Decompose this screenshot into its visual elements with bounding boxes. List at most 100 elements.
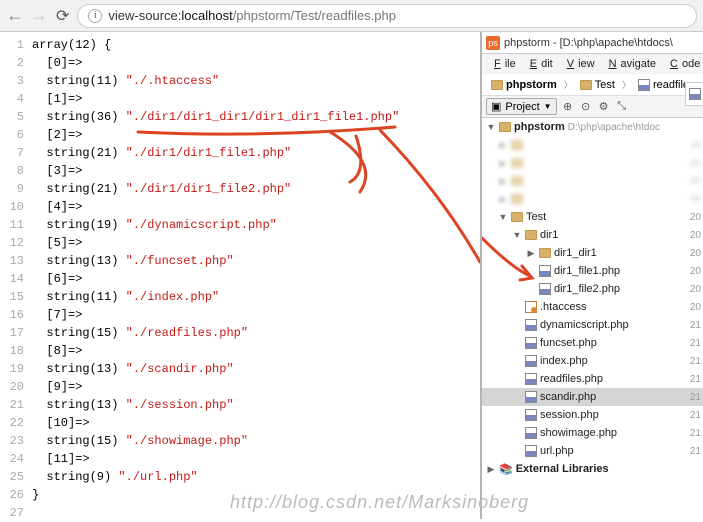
php-file-icon: [539, 265, 551, 277]
folder-icon: [511, 176, 523, 186]
menu-navigate[interactable]: Navigate: [601, 56, 660, 72]
menu-view[interactable]: View: [559, 56, 599, 72]
php-file-icon: [525, 409, 537, 421]
tree-arrow-icon[interactable]: [486, 464, 496, 475]
tree-arrow-icon[interactable]: [498, 212, 508, 222]
tree-item-scandir-php[interactable]: scandir.php21: [482, 388, 703, 406]
folder-icon: [525, 230, 537, 240]
menu-file[interactable]: File: [486, 56, 520, 72]
tree-arrow-icon[interactable]: [498, 194, 508, 205]
tree-item-dynamicscript-php[interactable]: dynamicscript.php21: [482, 316, 703, 334]
tree-label: url.php: [540, 445, 574, 457]
tree-item-funcset-php[interactable]: funcset.php21: [482, 334, 703, 352]
php-file-icon: [525, 391, 537, 403]
tree-item-dir1[interactable]: dir1 20: [482, 226, 703, 244]
tree-item-index-php[interactable]: index.php 21: [482, 352, 703, 370]
php-file-icon: [525, 445, 537, 457]
ide-title-text: phpstorm - [D:\php\apache\htdocs\: [504, 37, 673, 49]
row-number: 20: [690, 158, 701, 169]
row-number: 21: [690, 446, 701, 457]
tree-item-Test[interactable]: Test 20: [482, 208, 703, 226]
row-number: 20: [690, 212, 701, 223]
folder-icon: [580, 80, 592, 90]
tree-item-dir1_dir1[interactable]: dir1_dir1 20: [482, 244, 703, 262]
folder-icon: [511, 212, 523, 222]
tree-label: session.php: [540, 409, 599, 421]
tree-item-dir1_file1-php[interactable]: dir1_file1.php 20: [482, 262, 703, 280]
tree-label: dir1: [540, 229, 558, 241]
row-number: 20: [690, 266, 701, 277]
library-icon: 📚: [499, 463, 513, 476]
tree-item-blank[interactable]: 20: [482, 190, 703, 208]
menu-edit[interactable]: Edit: [522, 56, 557, 72]
tree-label: scandir.php: [540, 391, 596, 403]
tree-label: dir1_file2.php: [554, 283, 620, 295]
folder-icon: [539, 248, 551, 258]
settings-icon[interactable]: ⚙: [597, 100, 611, 114]
back-button[interactable]: ←: [6, 5, 24, 26]
tree-item-readfiles-php[interactable]: readfiles.php 21: [482, 370, 703, 388]
tree-arrow-icon[interactable]: [498, 158, 508, 169]
tree-item-blank[interactable]: 20: [482, 154, 703, 172]
tree-item-External-Libraries[interactable]: 📚External Libraries: [482, 460, 703, 478]
row-number: 21: [690, 356, 701, 367]
row-number: 20: [690, 230, 701, 241]
php-file-icon: [525, 355, 537, 367]
site-info-icon[interactable]: i: [88, 9, 102, 23]
folder-icon: [511, 140, 523, 150]
url-bar[interactable]: i view-source:localhost/phpstorm/Test/re…: [77, 4, 697, 28]
tree-item-showimage-php[interactable]: showimage.php21: [482, 424, 703, 442]
menu-code[interactable]: Code: [662, 56, 703, 72]
tree-label: Test: [526, 211, 546, 223]
breadcrumb-folder[interactable]: Test: [575, 77, 620, 93]
ide-window: ps phpstorm - [D:\php\apache\htdocs\ Fil…: [480, 32, 703, 519]
tree-arrow-icon[interactable]: [512, 230, 522, 240]
tree-label: External Libraries: [516, 463, 609, 475]
source-code[interactable]: array(12) { [0]=> string(11) "./.htacces…: [32, 36, 399, 519]
editor-file-tab[interactable]: [685, 82, 703, 106]
folder-icon: [491, 80, 503, 90]
tree-label: phpstorm: [514, 121, 565, 133]
ide-menubar[interactable]: FileEditViewNavigateCode: [482, 54, 703, 74]
php-file-icon: [525, 373, 537, 385]
tree-item-url-php[interactable]: url.php 21: [482, 442, 703, 460]
tree-label: index.php: [540, 355, 588, 367]
row-number: 21: [690, 410, 701, 421]
hide-icon[interactable]: ⤡: [615, 100, 629, 114]
chevron-right-icon: 〉: [622, 78, 631, 91]
tree-label: showimage.php: [540, 427, 617, 439]
ide-titlebar[interactable]: ps phpstorm - [D:\php\apache\htdocs\: [482, 32, 703, 54]
collapse-icon[interactable]: ⊕: [561, 100, 575, 114]
row-number: 21: [690, 374, 701, 385]
row-number: 20: [690, 176, 701, 187]
project-tree[interactable]: phpstorm D:\php\apache\htdoc19202020Test…: [482, 118, 703, 519]
project-dropdown[interactable]: ▣ Project ▼: [486, 98, 557, 115]
php-file-icon: [525, 319, 537, 331]
tree-item-session-php[interactable]: session.php 21: [482, 406, 703, 424]
chevron-right-icon: 〉: [564, 78, 573, 91]
tree-label: readfiles.php: [540, 373, 603, 385]
row-number: 20: [690, 302, 701, 313]
tree-item-phpstorm[interactable]: phpstorm D:\php\apache\htdoc: [482, 118, 703, 136]
tree-item-dir1_file2-php[interactable]: dir1_file2.php20: [482, 280, 703, 298]
tree-note: D:\php\apache\htdoc: [568, 122, 660, 133]
tree-arrow-icon[interactable]: [498, 176, 508, 187]
row-number: 20: [690, 248, 701, 259]
tree-label: dir1_file1.php: [554, 265, 620, 277]
row-number: 20: [690, 194, 701, 205]
tree-label: dir1_dir1: [554, 247, 597, 259]
tree-arrow-icon[interactable]: [498, 140, 508, 151]
breadcrumb-root[interactable]: phpstorm: [486, 77, 562, 93]
ide-breadcrumb[interactable]: phpstorm 〉 Test 〉 readfiles: [482, 74, 703, 96]
target-icon[interactable]: ⊙: [579, 100, 593, 114]
folder-icon: [499, 122, 511, 132]
tree-item--htaccess[interactable]: .htaccess20: [482, 298, 703, 316]
folder-icon: [511, 158, 523, 168]
row-number: 19: [690, 140, 701, 151]
tree-item-blank[interactable]: 20: [482, 172, 703, 190]
tree-arrow-icon[interactable]: [526, 248, 536, 259]
reload-button[interactable]: ⟳: [56, 6, 69, 26]
tree-arrow-icon[interactable]: [486, 122, 496, 132]
tree-item-blank[interactable]: 19: [482, 136, 703, 154]
forward-button[interactable]: →: [30, 5, 48, 26]
